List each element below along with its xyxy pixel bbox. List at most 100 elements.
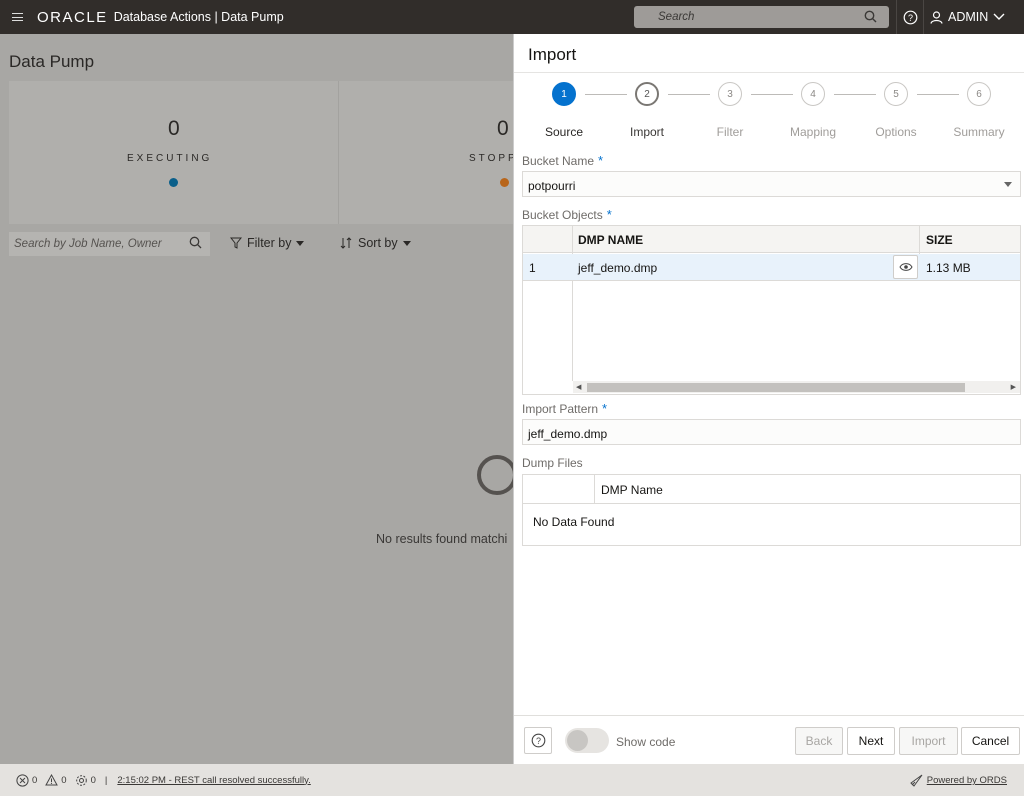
table-header: DMP Name (523, 475, 1020, 504)
step-source[interactable]: 1 Source (524, 82, 604, 139)
step-number: 4 (801, 82, 825, 106)
scroll-left-icon[interactable]: ◀ (576, 383, 581, 391)
powered-by-text: Powered by ORDS (926, 775, 1007, 786)
column-header-size[interactable]: SIZE (926, 233, 953, 247)
warning-indicator[interactable]: 0 (45, 774, 67, 786)
next-button[interactable]: Next (847, 727, 895, 755)
top-bar: ORACLE Database Actions | Data Pump Sear… (0, 0, 1024, 34)
horizontal-scrollbar[interactable]: ◀ ▶ (573, 381, 1020, 393)
import-pattern-input[interactable]: jeff_demo.dmp (522, 419, 1021, 445)
step-number: 2 (635, 82, 659, 106)
import-drawer: Import 1 Source 2 Import 3 Filter 4 Mapp… (513, 34, 1024, 764)
eye-icon (898, 263, 913, 271)
executing-card[interactable]: 0 EXECUTING (9, 81, 339, 224)
executing-label: EXECUTING (127, 153, 213, 164)
step-label: Options (875, 125, 917, 139)
status-bar: 0 0 0 | 2:15:02 PM - REST call resolved … (0, 764, 1024, 796)
rocket-icon (909, 774, 923, 787)
sort-by-button[interactable]: Sort by (340, 236, 411, 250)
job-search-placeholder: Search by Job Name, Owner (14, 238, 162, 250)
no-results-text: No results found matchi (376, 532, 508, 546)
scrollbar-thumb[interactable] (587, 383, 965, 392)
import-pattern-label: Import Pattern * (522, 401, 608, 416)
step-filter[interactable]: 3 Filter (690, 82, 770, 139)
table-header: DMP NAME SIZE (523, 226, 1020, 253)
warning-count: 0 (61, 774, 67, 786)
gear-icon (75, 774, 87, 786)
search-icon[interactable] (864, 10, 877, 23)
global-search-input[interactable]: Search (634, 6, 889, 28)
bucket-name-value: potpourri (528, 179, 576, 193)
scroll-right-icon[interactable]: ▶ (1011, 383, 1016, 391)
step-label: Mapping (789, 125, 837, 139)
user-icon (930, 10, 943, 24)
app-title: Database Actions | Data Pump (113, 10, 284, 24)
show-code-toggle[interactable] (565, 728, 609, 753)
cancel-button[interactable]: Cancel (961, 727, 1020, 755)
status-message[interactable]: 2:15:02 PM - REST call resolved successf… (117, 775, 310, 786)
column-header-dmp-name[interactable]: DMP NAME (578, 233, 643, 247)
process-indicator[interactable]: 0 | (75, 774, 107, 787)
oracle-logo: ORACLE (37, 8, 108, 26)
filter-by-button[interactable]: Filter by (230, 236, 305, 250)
column-divider (594, 475, 595, 504)
stopped-card[interactable]: 0 STOPPED (339, 81, 513, 224)
page-title: Data Pump (9, 52, 95, 71)
back-button[interactable]: Back (795, 727, 843, 755)
filter-by-label: Filter by (247, 236, 292, 250)
user-name: ADMIN (948, 10, 989, 24)
required-marker: * (598, 153, 604, 168)
preview-button[interactable] (893, 255, 918, 279)
step-number: 6 (967, 82, 991, 106)
step-number: 3 (718, 82, 742, 106)
error-icon (16, 773, 29, 787)
help-button[interactable]: ? (524, 727, 552, 754)
dump-files-label: Dump Files (522, 456, 583, 470)
step-options[interactable]: 5 Options (856, 82, 936, 139)
bucket-name-select[interactable]: potpourri (522, 171, 1021, 197)
executing-dot (169, 178, 178, 187)
svg-text:?: ? (535, 736, 540, 746)
column-header-dmp-name[interactable]: DMP Name (601, 483, 663, 497)
sort-by-label: Sort by (358, 236, 398, 250)
drawer-footer: ? Show code Back Next Import Cancel (514, 715, 1024, 764)
filter-icon (230, 237, 242, 249)
error-indicator[interactable]: 0 (16, 773, 38, 787)
search-icon[interactable] (189, 236, 202, 249)
bucket-name-label: Bucket Name * (522, 153, 604, 168)
executing-count: 0 (168, 117, 180, 140)
stopped-dot (500, 178, 509, 187)
required-marker: * (606, 207, 612, 222)
show-code-label: Show code (616, 735, 676, 749)
help-icon: ? (903, 10, 917, 24)
step-label: Summary (953, 125, 1005, 139)
job-search-input[interactable]: Search by Job Name, Owner (9, 232, 210, 256)
chevron-down-icon (993, 13, 1005, 20)
bucket-objects-table: DMP NAME SIZE 1 jeff_demo.dmp 1.13 MB ◀ … (522, 225, 1021, 395)
help-button[interactable]: ? (896, 0, 924, 34)
table-row[interactable]: 1 jeff_demo.dmp 1.13 MB (523, 254, 1020, 281)
wizard-steps: 1 Source 2 Import 3 Filter 4 Mapping 5 O… (514, 82, 1024, 142)
user-menu[interactable]: ADMIN (930, 0, 1005, 34)
divider (514, 72, 1024, 73)
process-count: 0 (90, 774, 96, 786)
row-dmp-name: jeff_demo.dmp (578, 261, 658, 275)
powered-by-ords-link[interactable]: Powered by ORDS (909, 774, 1007, 787)
svg-text:?: ? (907, 13, 912, 23)
data-pump-page: Data Pump 0 EXECUTING 0 STOPPED Search b… (0, 34, 513, 764)
help-icon: ? (531, 733, 545, 748)
step-import[interactable]: 2 Import (607, 82, 687, 139)
step-label: Filter (716, 125, 744, 139)
menu-icon[interactable] (0, 0, 34, 34)
stopped-count: 0 (497, 117, 509, 140)
caret-down-icon (296, 240, 305, 246)
step-mapping[interactable]: 4 Mapping (773, 82, 853, 139)
error-count: 0 (32, 774, 38, 786)
stopped-label: STOPPED (469, 153, 513, 164)
no-results-search-icon (477, 455, 513, 495)
row-index: 1 (529, 261, 536, 275)
step-summary[interactable]: 6 Summary (939, 82, 1019, 139)
import-button[interactable]: Import (899, 727, 958, 755)
step-number: 1 (552, 82, 576, 106)
caret-down-icon (1004, 182, 1012, 187)
